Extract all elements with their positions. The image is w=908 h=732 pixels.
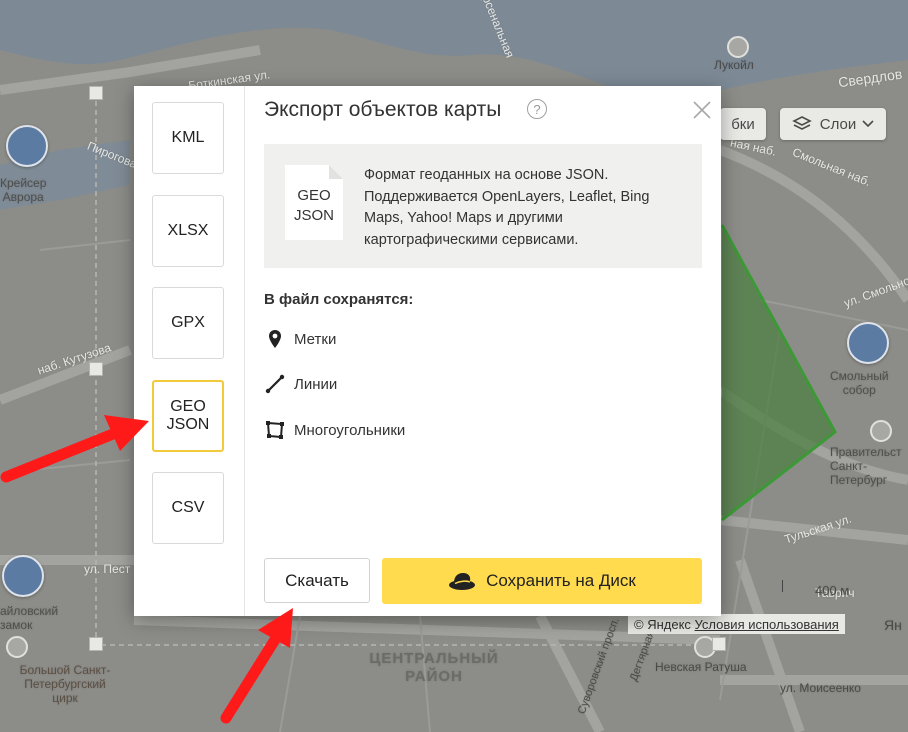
layers-button[interactable]: Слои <box>780 108 886 140</box>
feature-label: Многоугольники <box>294 421 406 439</box>
format-list: KML XLSX GPX GEO JSON CSV <box>134 86 245 616</box>
format-label: GPX <box>171 314 205 331</box>
feature-polygons: Многоугольники <box>264 418 405 442</box>
map-label-poi: айловский замок <box>0 604 59 632</box>
help-glyph: ? <box>533 101 541 117</box>
polygon-vertex-handle[interactable] <box>89 362 103 376</box>
chevron-down-icon <box>862 120 874 128</box>
smolny-sobor-poi-icon[interactable] <box>847 322 889 364</box>
traffic-button[interactable]: бки <box>720 108 766 140</box>
save-to-disk-label: Сохранить на Диск <box>486 571 636 590</box>
format-label: CSV <box>171 499 205 516</box>
line-icon <box>265 374 285 394</box>
yandex-logo-text: Ян <box>884 617 902 633</box>
map-label-poi: Крейсер Аврора <box>0 176 47 204</box>
file-icon-label: GEO JSON <box>293 187 334 224</box>
map-label-street: ул. Пест <box>84 562 131 576</box>
feature-label: Метки <box>294 330 337 348</box>
format-description: Формат геоданных на основе JSON. Поддерж… <box>364 167 650 248</box>
aurora-poi-icon[interactable] <box>6 125 48 167</box>
lukoil-poi-icon[interactable] <box>727 36 749 58</box>
export-dialog: KML XLSX GPX GEO JSON CSV Экспорт объект… <box>134 86 721 616</box>
circus-poi-icon[interactable] <box>6 636 28 658</box>
download-label: Скачать <box>285 570 349 590</box>
yandex-disk-icon <box>449 573 476 590</box>
format-info-panel: GEO JSON Формат геоданных на основе JSON… <box>264 144 702 268</box>
map-label-district: ЦЕНТРАЛЬНЫЙ РАЙОН <box>369 650 499 685</box>
close-icon[interactable] <box>693 101 711 119</box>
format-geojson-button[interactable]: GEO JSON <box>152 380 224 452</box>
map-label-poi: Лукойл <box>714 58 754 72</box>
government-poi-icon[interactable] <box>870 420 892 442</box>
dialog-title: Экспорт объектов карты <box>264 98 502 121</box>
format-label: XLSX <box>167 222 209 239</box>
map-label-poi: Большой Санкт- Петербургский цирк <box>19 663 111 705</box>
scale-label: 400 м <box>815 583 850 598</box>
feature-placemarks: Метки <box>264 327 336 351</box>
format-xlsx-button[interactable]: XLSX <box>152 195 224 267</box>
format-gpx-button[interactable]: GPX <box>152 287 224 359</box>
map-label-poi: Правительст Санкт- Петербург <box>830 445 902 487</box>
map-label-poi: Смольный собор <box>830 369 889 397</box>
polygon-vertex-handle[interactable] <box>712 637 726 651</box>
traffic-label: бки <box>731 115 755 133</box>
format-label: KML <box>171 129 205 146</box>
format-label: GEO JSON <box>166 398 210 433</box>
scale-tick <box>782 580 783 592</box>
help-icon[interactable]: ? <box>527 99 547 119</box>
format-csv-button[interactable]: CSV <box>152 472 224 544</box>
map-label-street: ул. Моисеенко <box>780 681 861 695</box>
feature-lines: Линии <box>264 372 337 396</box>
placemark-icon <box>269 330 281 348</box>
format-kml-button[interactable]: KML <box>152 102 224 174</box>
polygon-vertex-handle[interactable] <box>89 86 103 100</box>
save-to-disk-button[interactable]: Сохранить на Диск <box>382 558 702 604</box>
layers-label: Слои <box>819 115 857 133</box>
copyright-text: © Яндекс <box>634 616 691 632</box>
save-heading: В файл сохранятся: <box>264 291 414 308</box>
mikhaylovsky-poi-icon[interactable] <box>2 555 44 597</box>
layers-icon <box>791 116 812 130</box>
polygon-vertex-handle[interactable] <box>89 637 103 651</box>
terms-link[interactable]: Условия использования <box>695 617 839 632</box>
polygon-icon <box>266 421 284 439</box>
map-copyright: © Яндекс Условия использования <box>628 614 845 634</box>
map-label-poi: Невская Ратуша <box>655 660 747 674</box>
download-button[interactable]: Скачать <box>264 558 370 603</box>
feature-label: Линии <box>294 375 338 393</box>
